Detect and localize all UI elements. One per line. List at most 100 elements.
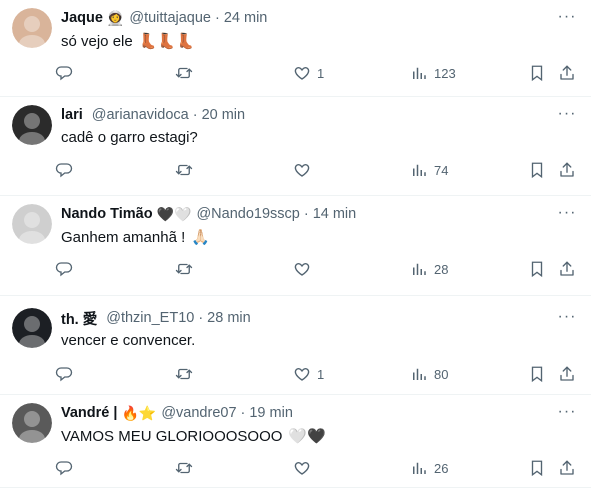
tweet-text-content: cadê o garro estagi? (61, 129, 198, 146)
retweet-icon (175, 64, 193, 82)
retweet-icon (175, 459, 193, 477)
tweet-emoji: 🤍🖤 (288, 428, 326, 445)
reply-button[interactable] (55, 62, 79, 84)
tweet-header: lari @arianavidoca · 20 min (61, 105, 245, 125)
avatar[interactable] (12, 403, 52, 443)
display-name[interactable]: Nando Timão (61, 206, 153, 222)
timestamp[interactable]: 24 min (224, 10, 268, 26)
timestamp[interactable]: 20 min (202, 107, 246, 123)
share-icon (558, 161, 576, 179)
user-handle[interactable]: @arianavidoca (92, 107, 189, 123)
share-button[interactable] (558, 457, 576, 479)
bookmark-button[interactable] (528, 363, 546, 385)
share-button[interactable] (558, 62, 576, 84)
separator-dot: · (240, 405, 246, 421)
views-button[interactable]: 80 (410, 363, 448, 385)
views-button[interactable]: 26 (410, 457, 448, 479)
more-icon[interactable]: ··· (557, 404, 577, 425)
reply-button[interactable] (55, 363, 79, 385)
tweet-actions: 74 (55, 159, 585, 181)
share-icon (558, 459, 576, 477)
display-name[interactable]: lari (61, 107, 83, 123)
heart-icon (293, 365, 311, 383)
bookmark-button[interactable] (528, 457, 546, 479)
display-name[interactable]: Jaque (61, 10, 103, 26)
tweet[interactable]: lari @arianavidoca · 20 min ··· cadê o g… (0, 97, 591, 196)
bookmark-button[interactable] (528, 258, 546, 280)
avatar[interactable] (12, 308, 52, 348)
display-name[interactable]: Vandré | (61, 405, 117, 421)
tweet-actions: 1 123 (55, 62, 585, 84)
name-emoji: 🖤🤍 (156, 205, 192, 222)
tweet-text: vencer e convencer. (61, 332, 201, 349)
bookmark-icon (528, 365, 546, 383)
avatar[interactable] (12, 105, 52, 145)
retweet-button[interactable] (175, 258, 199, 280)
user-handle[interactable]: @thzin_ET10 (106, 310, 194, 326)
bookmark-button[interactable] (528, 159, 546, 181)
display-name[interactable]: th. 愛 (61, 308, 97, 329)
more-icon[interactable]: ··· (557, 205, 577, 226)
reply-icon (55, 161, 73, 179)
separator-dot: · (215, 10, 220, 26)
avatar[interactable] (12, 204, 52, 244)
reply-button[interactable] (55, 457, 79, 479)
tweet[interactable]: Jaque 👩‍🚀 @tuittajaque · 24 min ··· só v… (0, 0, 591, 97)
views-button[interactable]: 123 (410, 62, 456, 84)
timestamp[interactable]: 28 min (207, 310, 251, 326)
reply-feed: Jaque 👩‍🚀 @tuittajaque · 24 min ··· só v… (0, 0, 591, 488)
share-button[interactable] (558, 159, 576, 181)
view-count: 74 (434, 162, 449, 178)
user-handle[interactable]: @Nando19sscp (196, 206, 299, 222)
timestamp[interactable]: 14 min (313, 206, 357, 222)
views-icon (410, 260, 428, 278)
retweet-button[interactable] (175, 457, 199, 479)
separator-dot: · (198, 310, 204, 326)
user-handle[interactable]: @vandre07 (161, 405, 236, 421)
tweet-text: Ganhem amanhã ! 🙏🏻 (61, 228, 210, 246)
share-button[interactable] (558, 363, 576, 385)
retweet-button[interactable] (175, 363, 199, 385)
views-icon (410, 64, 428, 82)
view-count: 80 (434, 366, 449, 382)
like-count: 1 (317, 366, 325, 382)
bookmark-icon (528, 64, 546, 82)
tweet[interactable]: Vandré | 🔥⭐ @vandre07 · 19 min ··· VAMOS… (0, 395, 591, 488)
tweet[interactable]: th. 愛 @thzin_ET10 · 28 min ··· vencer e … (0, 296, 591, 395)
retweet-button[interactable] (175, 159, 199, 181)
tweet-actions: 26 (55, 457, 585, 479)
separator-dot: · (303, 206, 309, 222)
like-button[interactable] (293, 159, 317, 181)
tweet[interactable]: Nando Timão 🖤🤍 @Nando19sscp · 14 min ···… (0, 196, 591, 296)
tweet-header: Vandré | 🔥⭐ @vandre07 · 19 min (61, 403, 293, 423)
reply-icon (55, 260, 73, 278)
reply-button[interactable] (55, 159, 79, 181)
retweet-button[interactable] (175, 62, 199, 84)
user-handle[interactable]: @tuittajaque (129, 10, 211, 26)
avatar[interactable] (12, 8, 52, 48)
like-button[interactable]: 1 (293, 363, 324, 385)
tweet-text: VAMOS MEU GLORIOOOSOOO 🤍🖤 (61, 427, 326, 445)
heart-icon (293, 64, 311, 82)
heart-icon (293, 260, 311, 278)
tweet-text: cadê o garro estagi? (61, 129, 204, 146)
more-icon[interactable]: ··· (557, 9, 577, 30)
reply-button[interactable] (55, 258, 79, 280)
more-icon[interactable]: ··· (557, 309, 577, 330)
share-icon (558, 365, 576, 383)
more-icon[interactable]: ··· (557, 106, 577, 127)
like-button[interactable]: 1 (293, 62, 324, 84)
tweet-header: Jaque 👩‍🚀 @tuittajaque · 24 min (61, 8, 267, 28)
name-emoji: 👩‍🚀 (106, 9, 125, 26)
views-icon (410, 459, 428, 477)
bookmark-icon (528, 260, 546, 278)
share-button[interactable] (558, 258, 576, 280)
heart-icon (293, 161, 311, 179)
timestamp[interactable]: 19 min (249, 405, 293, 421)
bookmark-button[interactable] (528, 62, 546, 84)
tweet-header: th. 愛 @thzin_ET10 · 28 min (61, 308, 251, 328)
views-button[interactable]: 74 (410, 159, 448, 181)
views-button[interactable]: 28 (410, 258, 448, 280)
like-button[interactable] (293, 457, 317, 479)
like-button[interactable] (293, 258, 317, 280)
